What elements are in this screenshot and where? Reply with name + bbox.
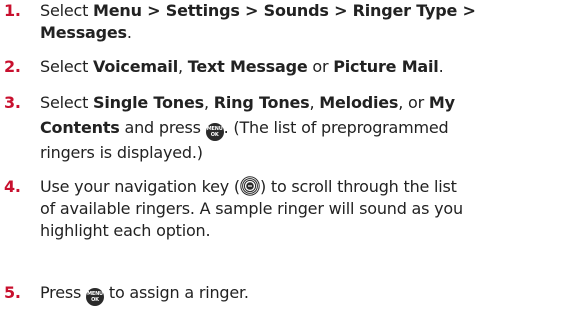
option-melodies: Melodies bbox=[319, 93, 399, 112]
text: of available ringers. A sample ringer wi… bbox=[40, 199, 463, 218]
text: or bbox=[307, 57, 334, 76]
text: to assign a ringer. bbox=[104, 283, 249, 302]
text: Use your navigation key ( bbox=[40, 177, 240, 196]
step-number: 1. bbox=[4, 1, 21, 20]
text: . bbox=[438, 57, 444, 76]
text: , bbox=[178, 57, 188, 76]
text: ) to scroll through the list bbox=[259, 177, 457, 196]
navigation-key-icon bbox=[240, 176, 260, 196]
option-voicemail: Voicemail bbox=[93, 57, 179, 76]
text: Select bbox=[40, 93, 94, 112]
option-ring-tones: Ring Tones bbox=[213, 93, 310, 112]
menu-ok-button-icon: MENU OK bbox=[205, 123, 224, 141]
text: . (The list of preprogrammed bbox=[223, 118, 449, 137]
step-text: Use your navigation key ( ) to scroll th… bbox=[40, 176, 580, 242]
text: . bbox=[126, 23, 132, 42]
text: , or bbox=[398, 93, 429, 112]
text: highlight each option. bbox=[40, 221, 211, 240]
text: Select bbox=[40, 1, 94, 20]
text: ringers is displayed.) bbox=[40, 143, 203, 162]
step-text: Select Menu > Settings > Sounds > Ringer… bbox=[40, 0, 580, 44]
text: Select bbox=[40, 57, 94, 76]
menu-ok-button-icon: MENU OK bbox=[86, 288, 104, 306]
ok-label: OK bbox=[91, 297, 99, 303]
menu-path: Menu > Settings > Sounds > Ringer Type > bbox=[93, 1, 476, 20]
option-single-tones: Single Tones bbox=[93, 93, 204, 112]
text: , bbox=[309, 93, 320, 112]
menu-path-end: Messages bbox=[40, 23, 127, 42]
step-text: Select Single Tones, Ring Tones, Melodie… bbox=[40, 92, 580, 164]
option-picture-mail: Picture Mail bbox=[333, 57, 439, 76]
text: , bbox=[203, 93, 214, 112]
text: and press bbox=[119, 118, 206, 137]
option-my-contents: Contents bbox=[40, 118, 120, 137]
step-text: Press MENU OK to assign a ringer. bbox=[40, 282, 580, 306]
step-number: 4. bbox=[4, 177, 21, 196]
step-number: 2. bbox=[4, 57, 21, 76]
step-text: Select Voicemail, Text Message or Pictur… bbox=[40, 56, 580, 78]
step-number: 5. bbox=[4, 283, 21, 302]
option-my-contents: My bbox=[428, 93, 455, 112]
step-number: 3. bbox=[4, 93, 21, 112]
ok-label: OK bbox=[210, 132, 219, 138]
instruction-list: 1. Select Menu > Settings > Sounds > Rin… bbox=[0, 0, 584, 315]
option-text-message: Text Message bbox=[187, 57, 308, 76]
text: Press bbox=[40, 283, 86, 302]
